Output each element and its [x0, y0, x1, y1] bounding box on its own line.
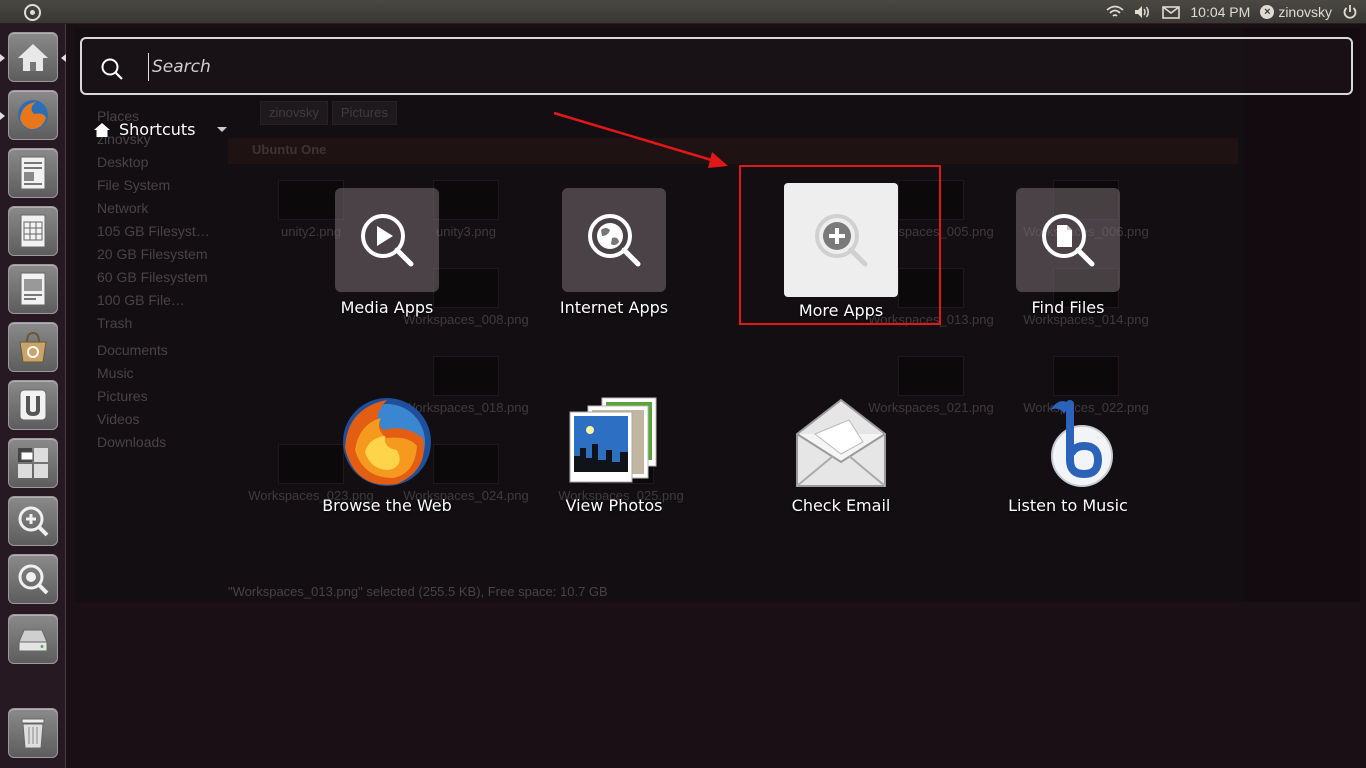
search-input[interactable]: [148, 53, 1298, 81]
music-icon: [1016, 390, 1120, 494]
launcher-trash-icon[interactable]: [8, 708, 58, 758]
volume-icon[interactable]: [1134, 5, 1152, 19]
internet-apps-icon: [562, 188, 666, 292]
shortcuts-label: Shortcuts: [119, 120, 196, 139]
chevron-down-icon: [217, 127, 228, 132]
ubuntu-logo-icon[interactable]: [24, 4, 41, 21]
launcher-software-center-icon[interactable]: [8, 322, 58, 372]
photos-icon: [562, 390, 666, 494]
tile-check-email[interactable]: Check Email: [751, 390, 931, 515]
tile-internet-apps[interactable]: Internet Apps: [524, 188, 704, 317]
dash-search-box[interactable]: [80, 37, 1353, 95]
tile-label: Internet Apps: [559, 298, 669, 317]
tile-label: View Photos: [565, 496, 663, 515]
launcher: [0, 24, 66, 768]
media-apps-icon: [335, 188, 439, 292]
launcher-drive-icon[interactable]: [8, 614, 58, 664]
tile-label: Listen to Music: [1008, 496, 1128, 515]
launcher-firefox-icon[interactable]: [8, 90, 58, 140]
mail-envelope-icon[interactable]: [1162, 5, 1181, 19]
firefox-icon: [335, 390, 439, 494]
launcher-files-lens-icon[interactable]: [8, 554, 58, 604]
indicator-area: 10:04 PM × zinovsky: [1106, 0, 1358, 24]
network-wifi-icon[interactable]: [1106, 5, 1124, 19]
highlight-box: [739, 165, 941, 325]
tile-find-files[interactable]: Find Files: [978, 188, 1158, 317]
running-indicator: [0, 54, 5, 62]
launcher-writer-icon[interactable]: [8, 148, 58, 198]
launcher-calc-icon[interactable]: [8, 206, 58, 256]
user-name: zinovsky: [1278, 4, 1332, 20]
tile-browse-the-web[interactable]: Browse the Web: [297, 390, 477, 515]
tile-label: Browse the Web: [322, 496, 452, 515]
power-icon[interactable]: [1342, 4, 1358, 20]
user-menu[interactable]: × zinovsky: [1260, 4, 1332, 20]
search-icon: [101, 58, 123, 80]
running-indicator: [0, 112, 5, 120]
shortcuts-filter[interactable]: Shortcuts: [93, 120, 228, 139]
find-files-icon: [1016, 188, 1120, 292]
tile-listen-to-music[interactable]: Listen to Music: [978, 390, 1158, 515]
launcher-impress-icon[interactable]: [8, 264, 58, 314]
user-status-icon: ×: [1260, 5, 1275, 19]
tile-label: Media Apps: [340, 298, 434, 317]
clock-time[interactable]: 10:04 PM: [1190, 4, 1250, 20]
home-icon: [94, 122, 110, 137]
tile-view-photos[interactable]: View Photos: [524, 390, 704, 515]
tile-label: Check Email: [791, 496, 891, 515]
tile-media-apps[interactable]: Media Apps: [297, 188, 477, 317]
launcher-ubuntu-one-icon[interactable]: [8, 380, 58, 430]
launcher-applications-lens-icon[interactable]: [8, 496, 58, 546]
email-icon: [789, 390, 893, 494]
focus-indicator: [61, 54, 66, 62]
top-panel: 10:04 PM × zinovsky: [0, 0, 1366, 24]
annotation-arrow-icon: [553, 111, 728, 168]
tile-label: Find Files: [1031, 298, 1105, 317]
launcher-workspace-switcher-icon[interactable]: [8, 438, 58, 488]
launcher-home-folder-icon[interactable]: [8, 32, 58, 82]
